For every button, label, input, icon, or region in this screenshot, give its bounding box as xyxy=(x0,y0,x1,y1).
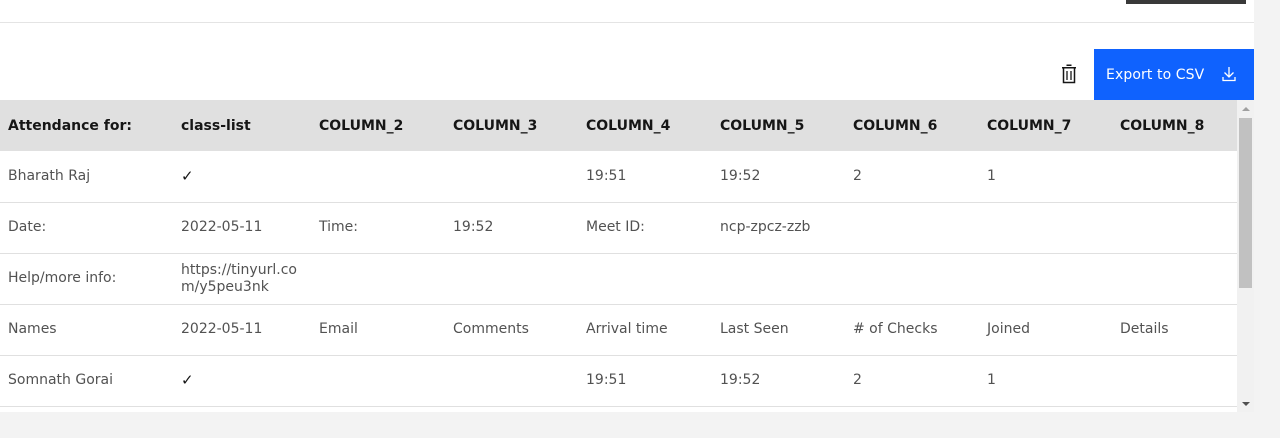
table-cell xyxy=(979,202,1112,254)
divider xyxy=(0,22,1254,23)
column-header[interactable]: COLUMN_7 xyxy=(979,100,1112,151)
download-icon xyxy=(1222,67,1236,82)
trash-can-icon xyxy=(1062,64,1076,84)
table-cell: Somnath Gorai xyxy=(0,355,173,407)
table-cell: Date: xyxy=(0,202,173,254)
table-row: Bharath Raj ✓ 19:51 19:52 2 1 xyxy=(0,151,1237,203)
table-cell: Bharath Raj xyxy=(0,151,173,203)
table-cell: 19:52 xyxy=(445,202,578,254)
scrollbar-thumb[interactable] xyxy=(1239,118,1252,288)
help-link[interactable]: https://tinyurl.com/y5peu3nk xyxy=(173,253,311,305)
column-header[interactable]: Attendance for: xyxy=(0,100,173,151)
column-header[interactable]: COLUMN_5 xyxy=(712,100,845,151)
table-cell: 2 xyxy=(845,355,979,407)
column-header[interactable]: COLUMN_2 xyxy=(311,100,445,151)
table-cell: 19:51 xyxy=(578,355,712,407)
table-cell xyxy=(445,253,578,305)
table-cell: 2022-05-11 xyxy=(173,202,311,254)
table-cell xyxy=(845,253,979,305)
table-cell: ncp-zpcz-zzb xyxy=(712,202,845,254)
table-cell: 19:52 xyxy=(712,151,845,203)
table-cell: Help/more info: xyxy=(0,253,173,305)
table-cell xyxy=(311,151,445,203)
scroll-down-arrow-icon[interactable] xyxy=(1237,395,1254,412)
table-cell: Comments xyxy=(445,304,578,356)
top-action-button[interactable] xyxy=(1126,0,1246,4)
table-row: Somnath Gorai ✓ 19:51 19:52 2 1 xyxy=(0,355,1237,407)
table-cell: 1 xyxy=(979,355,1112,407)
attendance-table: Attendance for: class-list COLUMN_2 COLU… xyxy=(0,100,1237,407)
table-cell: # of Checks xyxy=(845,304,979,356)
table-cell: Names xyxy=(0,304,173,356)
scroll-up-arrow-icon[interactable] xyxy=(1237,100,1254,117)
delete-button[interactable] xyxy=(1052,58,1086,90)
column-header[interactable]: COLUMN_6 xyxy=(845,100,979,151)
table-cell: 1 xyxy=(979,151,1112,203)
table-cell: Time: xyxy=(311,202,445,254)
table-cell xyxy=(712,253,845,305)
column-header[interactable]: COLUMN_8 xyxy=(1112,100,1237,151)
table-cell xyxy=(1112,151,1237,203)
table-cell xyxy=(311,355,445,407)
table-cell: 2022-05-11 xyxy=(173,304,311,356)
table-cell: 2 xyxy=(845,151,979,203)
table-cell xyxy=(1112,202,1237,254)
table-cell: Last Seen xyxy=(712,304,845,356)
table-cell xyxy=(1112,253,1237,305)
table-cell xyxy=(445,355,578,407)
column-header[interactable]: COLUMN_3 xyxy=(445,100,578,151)
table-row: Names 2022-05-11 Email Comments Arrival … xyxy=(0,304,1237,356)
export-button-label: Export to CSV xyxy=(1106,66,1205,83)
table-cell: Email xyxy=(311,304,445,356)
attendance-table-container: Attendance for: class-list COLUMN_2 COLU… xyxy=(0,100,1237,412)
table-cell xyxy=(578,253,712,305)
table-cell xyxy=(979,253,1112,305)
table-cell xyxy=(311,253,445,305)
table-cell xyxy=(445,151,578,203)
table-cell xyxy=(1112,355,1237,407)
table-cell xyxy=(845,202,979,254)
table-row: Help/more info: https://tinyurl.com/y5pe… xyxy=(0,253,1237,305)
table-cell: Details xyxy=(1112,304,1237,356)
table-cell: Joined xyxy=(979,304,1112,356)
table-row: Date: 2022-05-11 Time: 19:52 Meet ID: nc… xyxy=(0,202,1237,254)
column-header[interactable]: class-list xyxy=(173,100,311,151)
column-header[interactable]: COLUMN_4 xyxy=(578,100,712,151)
table-header-row: Attendance for: class-list COLUMN_2 COLU… xyxy=(0,100,1237,151)
check-mark: ✓ xyxy=(173,355,311,407)
table-cell: 19:52 xyxy=(712,355,845,407)
table-cell: Meet ID: xyxy=(578,202,712,254)
attendance-panel: Export to CSV Attendance for: class-list… xyxy=(0,0,1254,412)
table-cell: 19:51 xyxy=(578,151,712,203)
table-cell: Arrival time xyxy=(578,304,712,356)
export-to-csv-button[interactable]: Export to CSV xyxy=(1094,49,1254,100)
check-mark: ✓ xyxy=(173,151,311,203)
